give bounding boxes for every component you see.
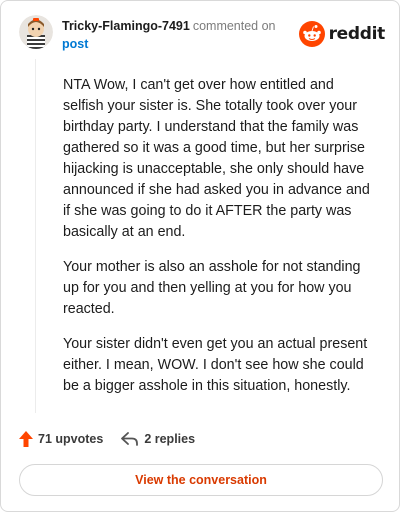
reply-count: 2 replies <box>144 432 196 446</box>
commented-on-label: commented on <box>192 19 276 33</box>
comment-header: Tricky-Flamingo-7491 commented on post re… <box>19 15 385 55</box>
reddit-snoo-icon <box>298 21 325 47</box>
upvote-button[interactable]: 71 upvotes <box>19 431 103 447</box>
comment-actions: 71 upvotes 2 replies <box>19 429 195 449</box>
post-link[interactable]: post <box>62 35 276 53</box>
reddit-wordmark: reddit <box>328 24 386 44</box>
reply-arrow-icon <box>121 432 139 446</box>
reddit-logo[interactable]: reddit <box>298 21 386 47</box>
avatar-icon <box>19 15 53 49</box>
comment-meta: Tricky-Flamingo-7491 commented on post <box>62 17 276 53</box>
thread-line <box>35 59 36 413</box>
replies-button[interactable]: 2 replies <box>121 432 195 446</box>
comment-body: NTA Wow, I can't get over how entitled a… <box>63 75 373 411</box>
comment-card: Tricky-Flamingo-7491 commented on post re… <box>0 0 400 512</box>
view-conversation-button[interactable]: View the conversation <box>19 464 383 496</box>
comment-paragraph: NTA Wow, I can't get over how entitled a… <box>63 77 370 240</box>
user-avatar[interactable] <box>19 15 53 49</box>
comment-paragraph: Your sister didn't even get you an actua… <box>63 336 368 394</box>
username-link[interactable]: Tricky-Flamingo-7491 <box>62 19 190 33</box>
comment-paragraph: Your mother is also an asshole for not s… <box>63 259 361 317</box>
upvote-count: 71 upvotes <box>38 432 104 446</box>
upvote-arrow-icon <box>19 431 33 447</box>
